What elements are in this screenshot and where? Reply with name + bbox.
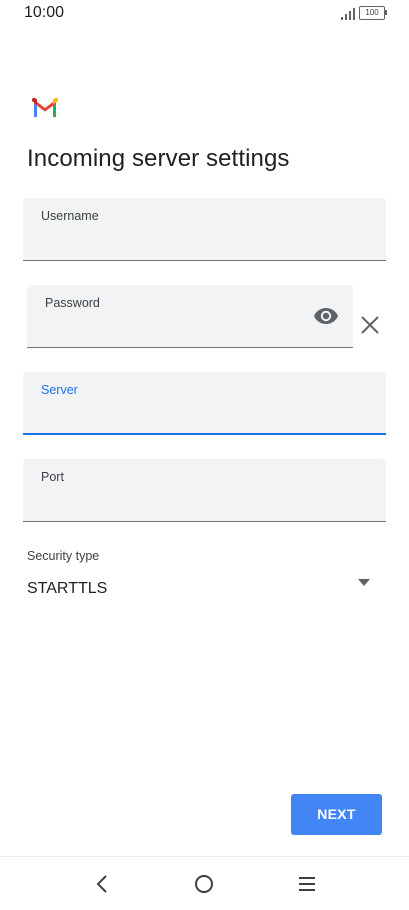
battery-icon: 100 [359,6,389,20]
username-label: Username [41,209,99,223]
navigation-bar [0,856,409,910]
port-input[interactable] [41,489,341,511]
next-button[interactable]: NEXT [291,794,382,835]
password-field[interactable]: Password [27,285,353,348]
port-label: Port [41,470,64,484]
battery-level: 100 [365,8,379,17]
port-field[interactable]: Port [23,459,386,522]
dropdown-arrow-icon [358,579,370,586]
password-label: Password [45,296,100,310]
server-field[interactable]: Server [23,372,386,435]
security-type-value: STARTTLS [27,580,108,597]
status-time: 10:00 [24,4,65,21]
username-input[interactable] [41,228,341,250]
home-circle-icon[interactable] [193,873,215,895]
username-underline [23,260,386,261]
back-chevron-icon[interactable] [92,873,114,895]
server-label: Server [41,383,78,397]
signal-icon [341,8,355,20]
security-type-dropdown[interactable]: STARTTLS [23,573,386,607]
password-underline [27,347,353,348]
close-icon[interactable] [360,315,380,335]
menu-lines-icon[interactable] [296,873,318,895]
password-input[interactable] [45,315,285,337]
port-underline [23,521,386,522]
gmail-logo-icon [32,97,58,117]
page-title: Incoming server settings [27,145,290,172]
username-field[interactable]: Username [23,198,386,261]
eye-icon[interactable] [313,307,339,325]
server-input[interactable] [41,402,341,424]
status-bar: 10:00 100 [0,0,409,30]
server-underline [23,433,386,435]
security-type-label: Security type [27,549,100,563]
